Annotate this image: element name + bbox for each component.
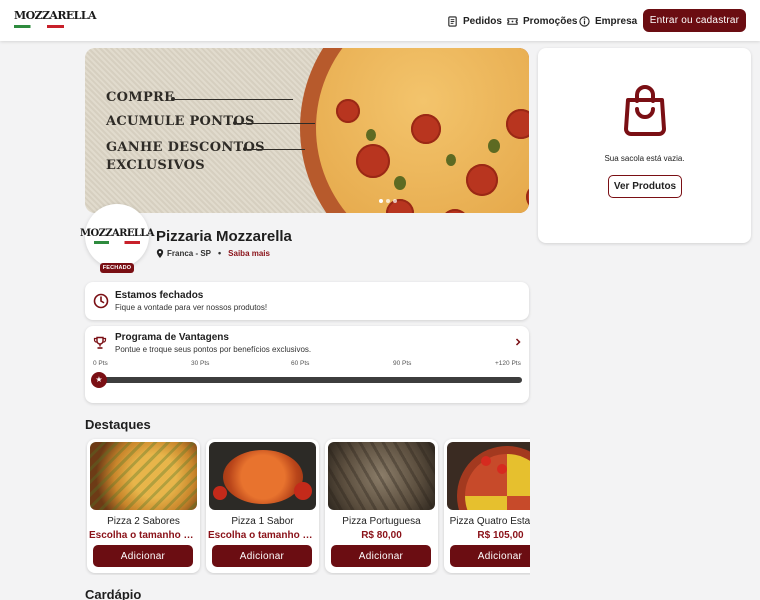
loyalty-program-card[interactable]: Programa de Vantagens Pontue e troque se… bbox=[85, 326, 529, 403]
store-avatar-flag-stripe bbox=[94, 241, 140, 244]
product-name: Pizza Quatro Estações bbox=[449, 516, 530, 527]
store-name: Pizzaria Mozzarella bbox=[156, 228, 292, 245]
banner-divider-dot bbox=[243, 147, 247, 151]
product-image bbox=[209, 442, 316, 510]
product-price: Escolha o tamanho e o... bbox=[208, 530, 317, 541]
highlights-title: Destaques bbox=[85, 417, 151, 432]
shopping-bag-icon bbox=[624, 85, 666, 136]
info-icon bbox=[579, 15, 590, 27]
brand-logo-wordmark: MOZZARELLA bbox=[14, 9, 96, 22]
more-info-link[interactable]: Saiba mais bbox=[228, 249, 270, 258]
location-pin-icon bbox=[156, 248, 164, 258]
nav-promocoes-label: Promoções bbox=[523, 15, 578, 27]
brand-logo-flag-stripe bbox=[14, 25, 64, 28]
product-image bbox=[447, 442, 530, 510]
product-name: Pizza 1 Sabor bbox=[231, 516, 294, 527]
banner-pizza-topping bbox=[316, 48, 529, 213]
bullet-separator: • bbox=[218, 248, 222, 258]
banner-divider-dot bbox=[233, 121, 237, 125]
banner-divider bbox=[235, 123, 315, 124]
milestone-label: 90 Pts bbox=[393, 360, 412, 367]
banner-line-exclusivos: EXCLUSIVOS bbox=[106, 158, 205, 173]
nav-pedidos-label: Pedidos bbox=[463, 15, 502, 27]
loyalty-subtitle: Pontue e troque seus pontos por benefíci… bbox=[115, 345, 312, 354]
banner-divider-dot bbox=[171, 97, 175, 101]
loyalty-title: Programa de Vantagens bbox=[115, 332, 229, 343]
milestone-label: 30 Pts bbox=[191, 360, 210, 367]
nav-promocoes[interactable]: Promoções bbox=[507, 13, 577, 29]
banner-pizza-image bbox=[300, 48, 529, 213]
clock-icon bbox=[93, 293, 109, 309]
ticket-icon bbox=[507, 17, 518, 25]
milestone-label: 60 Pts bbox=[291, 360, 310, 367]
product-price: R$ 105,00 bbox=[477, 530, 524, 541]
milestone-label: +120 Pts bbox=[495, 360, 521, 367]
product-image bbox=[90, 442, 197, 510]
add-to-cart-button[interactable]: Adicionar bbox=[450, 545, 530, 567]
banner-divider bbox=[173, 99, 293, 100]
product-name: Pizza Portuguesa bbox=[342, 516, 421, 527]
receipt-icon bbox=[448, 15, 457, 27]
product-price: R$ 80,00 bbox=[361, 530, 402, 541]
menu-title: Cardápio bbox=[85, 587, 142, 600]
product-name: Pizza 2 Sabores bbox=[107, 516, 180, 527]
milestone-label: 0 Pts bbox=[93, 360, 108, 367]
add-to-cart-button[interactable]: Adicionar bbox=[331, 545, 431, 567]
carousel-dot[interactable] bbox=[393, 199, 397, 203]
banner-line-compre: COMPRE bbox=[106, 90, 175, 105]
empty-bag-message: Sua sacola está vazia. bbox=[604, 154, 685, 163]
see-products-button[interactable]: Ver Produtos bbox=[608, 175, 682, 198]
star-icon: ★ bbox=[91, 372, 107, 388]
carousel-dot[interactable] bbox=[386, 199, 390, 203]
promo-banner[interactable]: COMPRE ACUMULE PONTOS GANHE DESCONTOS EX… bbox=[85, 48, 529, 213]
banner-line-ganhe: GANHE DESCONTOS bbox=[106, 140, 265, 155]
nav-empresa[interactable]: Empresa bbox=[579, 13, 637, 29]
brand-logo[interactable]: MOZZARELLA bbox=[14, 9, 96, 31]
banner-divider bbox=[245, 149, 305, 150]
product-image bbox=[328, 442, 435, 510]
points-progress-track bbox=[99, 377, 522, 383]
add-to-cart-button[interactable]: Adicionar bbox=[93, 545, 193, 567]
add-to-cart-button[interactable]: Adicionar bbox=[212, 545, 312, 567]
closed-notice-card: Estamos fechados Fique a vontade para ve… bbox=[85, 282, 529, 320]
trophy-icon bbox=[93, 336, 107, 349]
store-avatar-wordmark: MOZZARELLA bbox=[80, 228, 155, 239]
carousel-dot[interactable] bbox=[379, 199, 383, 203]
store-avatar: MOZZARELLA bbox=[80, 204, 155, 268]
chevron-right-icon[interactable] bbox=[514, 338, 522, 346]
nav-empresa-label: Empresa bbox=[595, 15, 638, 27]
shopping-bag-panel: Sua sacola está vazia. Ver Produtos bbox=[538, 48, 751, 243]
product-price: Escolha o tamanho e o... bbox=[89, 530, 198, 541]
carousel-indicators bbox=[379, 199, 397, 203]
product-card[interactable]: Pizza Portuguesa R$ 80,00 Adicionar bbox=[325, 439, 438, 573]
closed-notice-title: Estamos fechados bbox=[115, 290, 204, 301]
store-location: Franca - SP • Saiba mais bbox=[156, 248, 270, 258]
product-card[interactable]: Pizza Quatro Estações R$ 105,00 Adiciona… bbox=[444, 439, 530, 573]
closed-notice-subtitle: Fique a vontade para ver nossos produtos… bbox=[115, 303, 268, 312]
highlights-carousel[interactable]: Pizza 2 Sabores Escolha o tamanho e o...… bbox=[85, 437, 530, 575]
status-badge: FECHADO bbox=[100, 263, 134, 273]
product-card[interactable]: Pizza 1 Sabor Escolha o tamanho e o... A… bbox=[206, 439, 319, 573]
store-city: Franca - SP bbox=[167, 248, 212, 258]
product-card[interactable]: Pizza 2 Sabores Escolha o tamanho e o...… bbox=[87, 439, 200, 573]
nav-pedidos[interactable]: Pedidos bbox=[447, 13, 502, 29]
login-signup-button[interactable]: Entrar ou cadastrar bbox=[643, 9, 746, 32]
top-header: MOZZARELLA Pedidos Promoções Empresa Ent… bbox=[0, 0, 760, 41]
